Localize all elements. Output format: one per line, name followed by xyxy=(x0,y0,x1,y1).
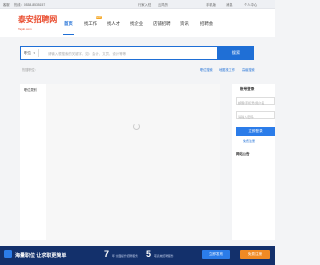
password-placeholder: 请输入密码 xyxy=(238,114,254,119)
content-loading-area xyxy=(46,84,220,240)
footer-stat-services-desc: 项高效招聘服务 xyxy=(154,253,174,258)
login-panel xyxy=(232,84,275,240)
publish-job-button[interactable]: 立即发布 xyxy=(202,250,230,259)
search-divider xyxy=(38,49,39,57)
nav-news[interactable]: 资讯 xyxy=(180,21,189,27)
footer-register-button[interactable]: 免费注册 xyxy=(240,250,270,259)
nav-store-jobs[interactable]: 店铺招聘 xyxy=(153,21,171,27)
search-input[interactable]: 请输入想搜索的关键字，如：会计、文员、设计等等 xyxy=(48,51,126,56)
loading-spinner-icon xyxy=(133,123,140,130)
topbar-left-label: 客服 xyxy=(3,2,10,7)
topbar-link-expert[interactable]: 行家入驻 xyxy=(138,3,151,7)
nav-find-job[interactable]: 找工作 xyxy=(84,21,97,27)
login-title: 账号登录 xyxy=(240,87,255,91)
footer-slogan: 海量职位 让求职更简单 xyxy=(15,253,67,259)
nav-find-company[interactable]: 找企业 xyxy=(130,21,143,27)
notice-title: 网站公告 xyxy=(236,152,250,156)
job-search-link[interactable]: 职位搜索 xyxy=(200,67,213,72)
job-category-label[interactable]: 职位类别 xyxy=(24,87,37,92)
search-button[interactable]: 搜索 xyxy=(218,46,254,60)
top-bar: 客服 热线：0538-8535157 行家入驻 云简历 手机版 消息 个人中心 xyxy=(0,0,275,9)
hotline-phone: 热线：0538-8535157 xyxy=(14,2,46,7)
nav-job-fair[interactable]: 招聘会 xyxy=(200,21,213,27)
nav-home[interactable]: 首页 xyxy=(64,21,73,27)
promo-icon xyxy=(4,250,12,258)
chevron-down-icon[interactable]: ▾ xyxy=(34,51,36,55)
footer-stat-services: 5 xyxy=(146,249,152,259)
topbar-link-user-center[interactable]: 个人中心 xyxy=(244,3,257,7)
topbar-link-messages[interactable]: 消息 xyxy=(226,3,233,7)
footer-stat-years: 7 xyxy=(104,249,110,259)
hot-badge: HOT xyxy=(96,15,102,19)
site-logo-subtext: Tajob.com xyxy=(18,27,32,31)
username-placeholder: 邮箱/手机号/用户名 xyxy=(238,100,265,105)
nav-find-talent[interactable]: 找人才 xyxy=(107,21,120,27)
register-link[interactable]: 免费注册 xyxy=(243,139,255,143)
search-section xyxy=(0,37,275,84)
topbar-link-resume[interactable]: 云简历 xyxy=(158,3,168,7)
login-button[interactable]: 立即登录 xyxy=(236,127,275,136)
footer-stat-years-desc: 年 全面提升招聘服务 xyxy=(112,253,138,258)
hot-search-label: 热搜职位： xyxy=(22,68,38,72)
site-logo[interactable]: 泰安招聘网 xyxy=(18,14,57,26)
topbar-link-mobile[interactable]: 手机版 xyxy=(206,3,216,7)
search-category-select[interactable]: 职位 xyxy=(24,51,31,56)
map-job-link[interactable]: 地图找工作 xyxy=(219,67,235,72)
advanced-search-link[interactable]: 高级搜索 xyxy=(242,67,255,72)
nav-active-indicator xyxy=(63,34,74,36)
